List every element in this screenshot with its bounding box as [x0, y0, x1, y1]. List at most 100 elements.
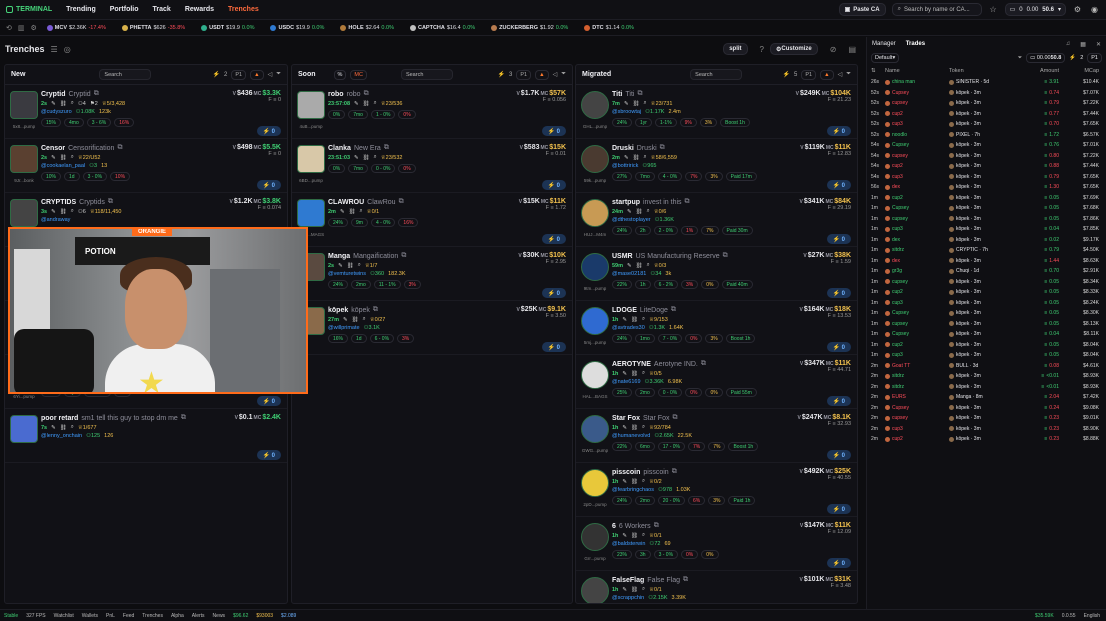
token-address[interactable]: 2pD...pump — [580, 502, 610, 507]
split-button[interactable]: split — [723, 43, 748, 55]
trader-name[interactable]: cup3 — [885, 426, 949, 432]
creator-handle[interactable]: @andraway — [41, 217, 70, 223]
token-cell[interactable]: kōpek · 3m — [949, 111, 1023, 117]
quick-buy-amount[interactable]: 2 — [224, 72, 227, 78]
table-row[interactable]: 54s cup2 kōpek · 3m ≡ 0.88 $7.44K — [867, 161, 1106, 172]
token-cell[interactable]: kōpek · 3m — [949, 258, 1023, 264]
trader-name[interactable]: cupsey — [885, 153, 949, 159]
leaf-icon[interactable]: ✎ — [624, 101, 629, 107]
search-input[interactable]: ⌕ Search by name or CA... — [891, 3, 982, 16]
fire-icon[interactable]: ▲ — [535, 69, 549, 80]
creator-handle[interactable]: @fearbringchaos — [612, 487, 654, 493]
ticker-item[interactable]: MCV $2.36K -17.4% — [46, 24, 106, 31]
link-icon[interactable]: ⛓ — [633, 155, 640, 161]
ticker-item[interactable]: USDC $19.9 0.0% — [270, 24, 324, 31]
link-icon[interactable]: ⛓ — [631, 479, 638, 485]
link-icon[interactable]: ⛓ — [349, 209, 356, 215]
leaf-icon[interactable]: ✎ — [51, 101, 56, 107]
token-cell[interactable]: kōpek · 3m — [949, 121, 1023, 127]
table-row[interactable]: 54s Cupsey kōpek · 3m ≡ 0.76 $7.01K — [867, 140, 1106, 151]
token-cell[interactable]: kōpek · 3m — [949, 90, 1023, 96]
search-icon[interactable]: ⌕ — [644, 154, 647, 161]
ticker-item[interactable]: PHETTA $626 -35.8% — [121, 24, 185, 31]
leaf-icon[interactable]: ✎ — [622, 533, 627, 539]
creator-handle[interactable]: @vemturetwins — [328, 271, 366, 277]
filter-icon[interactable]: ⏷ — [561, 71, 566, 78]
token-row[interactable]: 4uB...pump robo robo ⧉ 23:57:08 ✎ ⛓ ⌕ ♕23/536 0% 7… — [292, 85, 572, 139]
filter-icon[interactable]: ⏷ — [1018, 55, 1022, 62]
table-row[interactable]: 1m Cupsey kōpek · 3m ≡ 0.04 $8.11K — [867, 329, 1106, 340]
bottom-link-alpha[interactable]: Alpha — [171, 613, 184, 619]
copy-icon[interactable]: ⧉ — [117, 144, 122, 152]
token-row[interactable]: 5mj...pump LDOGE LiteDoge ⧉ 1h ✎ ⛓ ⌕ ♕9/153 @avtr… — [576, 301, 857, 355]
quick-buy-button[interactable]: ⚡ 0 — [541, 342, 566, 352]
trader-name[interactable]: sitdrz — [885, 373, 949, 379]
copy-icon[interactable]: ⧉ — [723, 252, 728, 260]
token-row[interactable]: poor retard sm1 tell this guy to stop dm … — [5, 409, 287, 463]
token-avatar[interactable] — [297, 145, 325, 173]
trader-name[interactable]: Cupsey — [885, 310, 949, 316]
search-icon[interactable]: ⌕ — [71, 424, 74, 431]
token-cell[interactable]: kōpek · 3m — [949, 373, 1023, 379]
quick-buy-button[interactable]: ⚡ 0 — [256, 396, 281, 406]
quick-buy-amount[interactable]: 3 — [509, 72, 512, 78]
copy-icon[interactable]: ⧉ — [399, 198, 404, 206]
token-row[interactable]: HAL...BAGS AEROTYNE Aerotyne IND. ⧉ 1h ✎ ⛓ ⌕ ♕0/… — [576, 355, 857, 409]
trader-name[interactable]: cup2 — [885, 436, 949, 442]
history-icon[interactable]: ⟲ — [6, 24, 12, 32]
search-icon[interactable]: ⌕ — [642, 478, 645, 485]
ticker-item[interactable]: HOLE $2.64 0.0% — [340, 24, 394, 31]
help-icon[interactable]: ? — [760, 45, 764, 54]
trader-name[interactable]: china man — [885, 79, 949, 85]
bottom-link-wallets[interactable]: Wallets — [82, 613, 98, 619]
token-row[interactable]: 6BD...pump Clanka New Era ⧉ 23:51:03 ✎ ⛓ ⌕ ♕23/5… — [292, 139, 572, 193]
creator-handle[interactable]: @humanevolvd — [612, 433, 650, 439]
trader-name[interactable]: Cupsey — [885, 405, 949, 411]
chart-icon[interactable]: ▥ — [18, 24, 25, 32]
token-avatar[interactable] — [581, 199, 609, 227]
copy-icon[interactable]: ⧉ — [364, 90, 369, 98]
quick-buy-button[interactable]: ⚡ 0 — [826, 234, 851, 244]
customize-button[interactable]: ⚙ Customize — [770, 43, 818, 55]
token-avatar[interactable] — [581, 91, 609, 119]
table-row[interactable]: 1m cupsey kōpek · 3m ≡ 0.05 $8.34K — [867, 277, 1106, 288]
token-address[interactable]: Grr...pump — [580, 556, 610, 561]
leaf-icon[interactable]: ✎ — [627, 263, 632, 269]
trader-name[interactable]: cup2 — [885, 195, 949, 201]
search-icon[interactable]: ⌕ — [71, 154, 74, 161]
sort-icon[interactable]: ⇅ — [871, 68, 885, 74]
token-cell[interactable]: kōpek · 3m — [949, 279, 1023, 285]
table-row[interactable]: 2m cup3 kōpek · 3m ≡ 0.23 $8.90K — [867, 424, 1106, 435]
ticker-item[interactable]: CAPTCHA $16.4 0.0% — [409, 24, 475, 31]
token-cell[interactable]: kōpek · 3m — [949, 321, 1023, 327]
copy-icon[interactable]: ⧉ — [181, 414, 186, 422]
globe-icon[interactable]: ◎ — [64, 45, 71, 54]
token-avatar[interactable] — [581, 361, 609, 389]
table-row[interactable]: 54s cup3 kōpek · 3m ≡ 0.79 $7.65K — [867, 172, 1106, 183]
table-row[interactable]: 1m Cupsey kōpek · 3m ≡ 0.05 $7.68K — [867, 203, 1106, 214]
token-row[interactable]: 9tKb...MAGS CLAWROU ClawRou ⧉ 2m ✎ ⛓ ⌕ ♕0/1 24% 9m… — [292, 193, 572, 247]
bottom-link-watchlist[interactable]: Watchlist — [54, 613, 74, 619]
leaf-icon[interactable]: ✎ — [51, 209, 56, 215]
copy-icon[interactable]: ⧉ — [401, 252, 406, 260]
nav-track[interactable]: Track — [153, 6, 171, 13]
token-avatar[interactable] — [10, 415, 38, 443]
table-row[interactable]: 1m dex kōpek · 3m ≡ 0.02 $9.17K — [867, 235, 1106, 246]
table-row[interactable]: 1m dex kōpek · 3m ≡ 1.44 $8.63K — [867, 256, 1106, 267]
leaf-icon[interactable]: ✎ — [622, 425, 627, 431]
table-row[interactable]: 1m cup2 kōpek · 3m ≡ 0.05 $8.04K — [867, 340, 1106, 351]
token-avatar[interactable] — [581, 253, 609, 281]
trader-name[interactable]: cupsey — [885, 279, 949, 285]
table-row[interactable]: 1m cup3 kōpek · 3m ≡ 0.05 $8.24K — [867, 298, 1106, 309]
close-icon[interactable]: ✕ — [1096, 41, 1101, 48]
token-row[interactable]: 9Jr...bonk Censor Censorification ⧉ 2s ✎ ⛓ ⌕ ♕22… — [5, 139, 287, 193]
table-row[interactable]: 2m cup2 kōpek · 3m ≡ 0.23 $8.88K — [867, 434, 1106, 445]
trader-name[interactable]: Cupsey — [885, 142, 949, 148]
search-icon[interactable]: ⌕ — [647, 208, 650, 215]
search-icon[interactable]: ⌕ — [363, 316, 366, 323]
trader-name[interactable]: cupsey — [885, 100, 949, 106]
token-cell[interactable]: kōpek · 3m — [949, 289, 1023, 295]
quick-buy-amount[interactable]: 5 — [794, 72, 797, 78]
creator-handle[interactable]: @nate6169 — [612, 379, 641, 385]
leaf-icon[interactable]: ✎ — [624, 155, 629, 161]
